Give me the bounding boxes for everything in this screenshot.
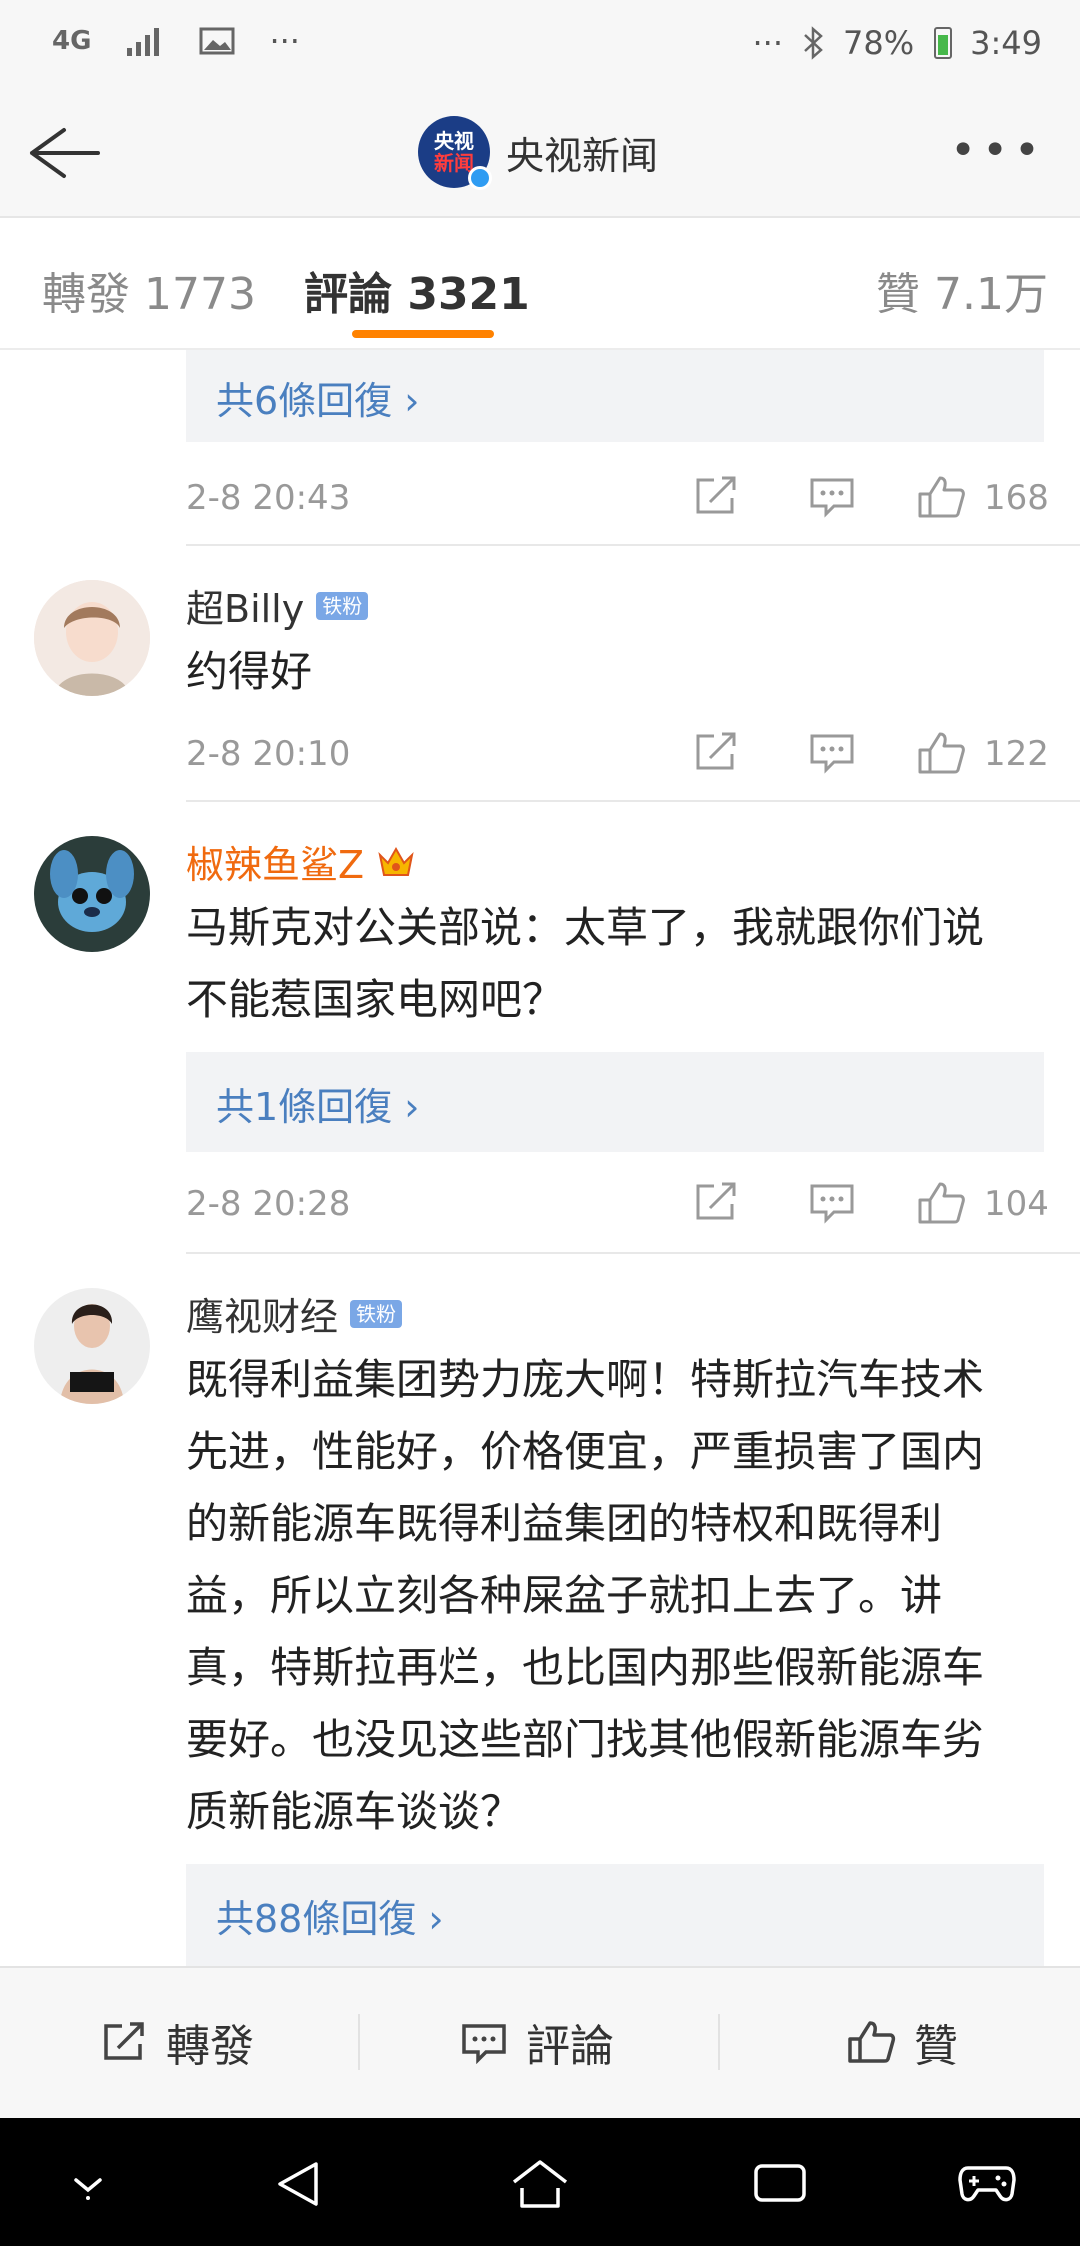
bottom-action-bar: 轉發 評論 贊 — [0, 1966, 1080, 2118]
like-button[interactable]: 贊 — [846, 2012, 958, 2072]
comment-time: 2-8 20:10 — [186, 734, 351, 774]
verified-icon — [468, 166, 492, 190]
status-bar: 4G ··· ··· 78% 3:49 — [0, 0, 1080, 92]
comment-username[interactable]: 超Billy 铁粉 — [186, 578, 369, 633]
tab-comments[interactable]: 評論 3321 — [304, 258, 530, 322]
comment-list[interactable]: 共6條回復 › 2-8 20:43 168 超Billy 铁粉 约得好 2-8 … — [0, 350, 1080, 1966]
reply-link-box[interactable]: 共6條回復 › — [186, 350, 1044, 442]
account-name: 央视新闻 — [506, 133, 659, 178]
comment-meta: 2-8 20:43 168 — [186, 474, 1049, 524]
account-header[interactable]: 央视 新闻 央视新闻 — [418, 116, 659, 190]
back-arrow-icon[interactable] — [24, 118, 104, 188]
clock: 3:49 — [970, 24, 1042, 62]
comment-username[interactable]: 鹰视财经 铁粉 — [186, 1286, 403, 1341]
comment-time: 2-8 20:28 — [186, 1184, 351, 1224]
status-more-right: ··· — [752, 24, 784, 62]
signal-icon — [127, 28, 160, 56]
like-icon[interactable] — [916, 474, 966, 520]
network-type: 4G — [52, 26, 92, 56]
comment-icon — [462, 2024, 506, 2064]
divider — [186, 1252, 1080, 1254]
like-count: 104 — [984, 1184, 1049, 1224]
comment-text: 约得好 — [186, 647, 313, 696]
share-icon[interactable] — [692, 1180, 740, 1224]
view-replies-link[interactable]: 共88條回復 › — [216, 1888, 444, 1943]
status-more: ··· — [269, 22, 300, 60]
share-icon[interactable] — [692, 474, 740, 518]
view-replies-link[interactable]: 共1條回復 › — [216, 1076, 419, 1131]
like-count: 168 — [984, 478, 1049, 518]
repost-button[interactable]: 轉發 — [100, 2012, 254, 2072]
like-count: 122 — [984, 734, 1049, 774]
fan-badge: 铁粉 — [350, 1299, 403, 1328]
detail-tabs: 轉發 1773 評論 3321 贊 7.1万 — [0, 218, 1080, 350]
comment-icon[interactable] — [808, 730, 856, 774]
divider — [186, 544, 1080, 546]
bluetooth-icon — [804, 26, 823, 60]
avatar[interactable] — [34, 580, 150, 696]
comment-username[interactable]: 椒辣鱼鲨Z — [186, 834, 416, 889]
avatar[interactable] — [34, 836, 150, 952]
system-nav-bar — [0, 2118, 1080, 2246]
view-replies-link[interactable]: 共6條回復 › — [216, 370, 419, 425]
battery-percent: 78% — [843, 24, 915, 62]
divider — [186, 800, 1080, 802]
hide-keyboard-icon[interactable] — [64, 2158, 112, 2206]
gallery-icon — [199, 27, 235, 55]
comment-time: 2-8 20:43 — [186, 478, 351, 518]
like-icon[interactable] — [916, 730, 966, 776]
recents-nav-icon[interactable] — [752, 2158, 808, 2206]
top-bar: 央视 新闻 央视新闻 ••• — [0, 92, 1080, 218]
comment-meta: 2-8 20:10 122 — [186, 730, 1049, 780]
separator — [718, 2014, 720, 2070]
comment-text: 马斯克对公关部说：太草了，我就跟你们说 不能惹国家电网吧？ — [186, 903, 985, 1024]
tab-likes[interactable]: 贊 7.1万 — [876, 258, 1048, 322]
share-icon[interactable] — [692, 730, 740, 774]
account-avatar: 央视 新闻 — [418, 116, 492, 190]
comment-button[interactable]: 評論 — [460, 2012, 614, 2072]
game-controller-icon[interactable] — [958, 2158, 1016, 2206]
comment-text: 既得利益集团势力庞大啊！特斯拉汽车技术 先进，性能好，价格便宜，严重损害了国内 … — [186, 1355, 985, 1836]
battery-icon — [934, 27, 953, 59]
share-icon — [104, 2022, 144, 2060]
more-menu-icon[interactable]: ••• — [950, 129, 1046, 173]
active-tab-indicator — [352, 330, 494, 338]
separator — [358, 2014, 360, 2070]
reply-link-box[interactable]: 共1條回復 › — [186, 1052, 1044, 1152]
comment-icon[interactable] — [808, 474, 856, 518]
like-icon[interactable] — [916, 1180, 966, 1226]
avatar[interactable] — [34, 1288, 150, 1404]
crown-icon — [378, 846, 414, 876]
fan-badge: 铁粉 — [316, 591, 369, 620]
home-nav-icon[interactable] — [510, 2158, 570, 2210]
comment-meta: 2-8 20:28 104 — [186, 1180, 1049, 1230]
like-icon — [848, 2021, 896, 2063]
tab-repost[interactable]: 轉發 1773 — [42, 258, 256, 322]
reply-link-box[interactable]: 共88條回復 › — [186, 1864, 1044, 1966]
back-nav-icon[interactable] — [272, 2158, 324, 2210]
comment-icon[interactable] — [808, 1180, 856, 1224]
